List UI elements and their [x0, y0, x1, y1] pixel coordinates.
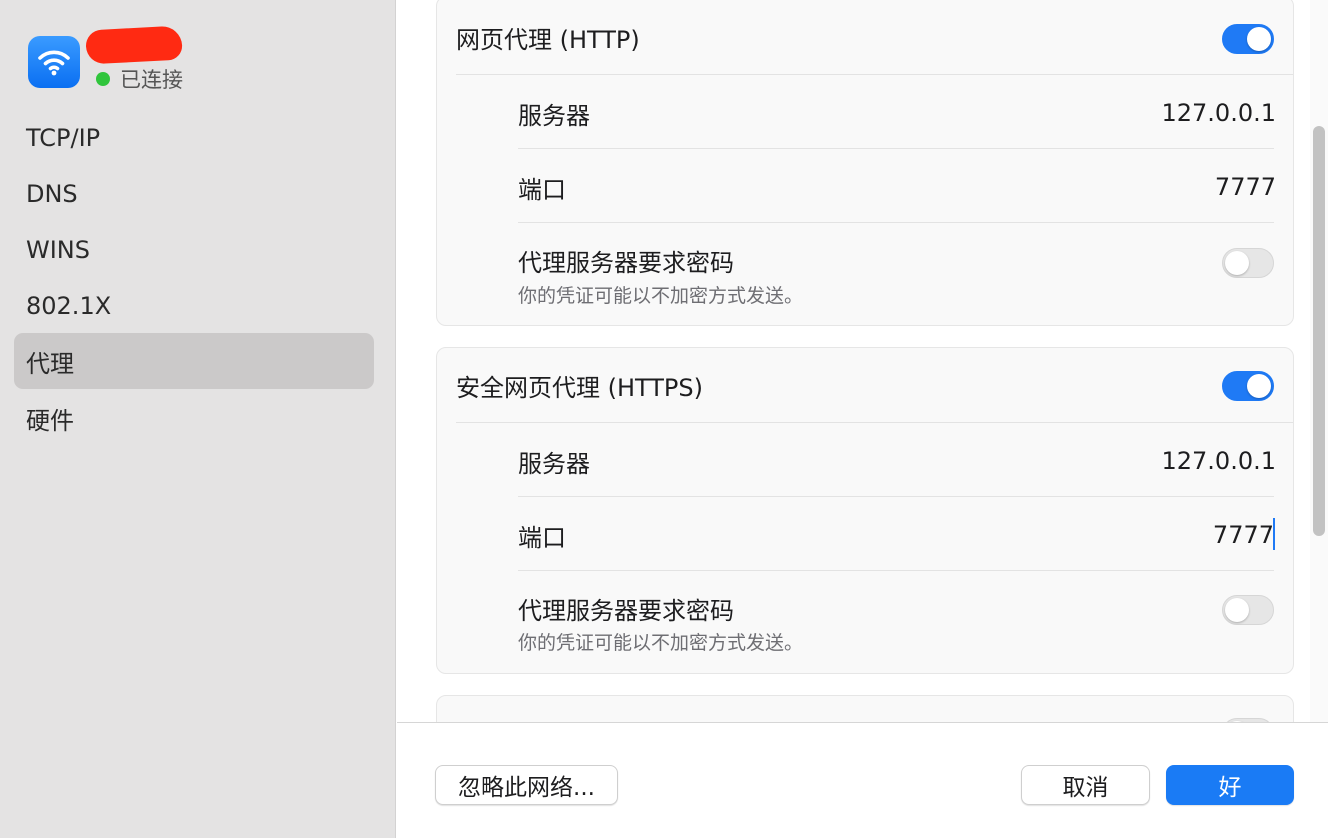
http-proxy-header: 网页代理 (HTTP) [456, 17, 640, 57]
http-proxy-toggle[interactable] [1222, 24, 1274, 54]
sidebar-item-dns[interactable]: DNS [14, 166, 374, 222]
toggle-knob [1225, 598, 1249, 622]
sidebar-item-label: 代理 [26, 349, 74, 378]
http-proxy-card: 网页代理 (HTTP) 服务器 127.0.0.1 端口 7777 代理服务器要… [436, 0, 1294, 326]
sidebar-item-wins[interactable]: WINS [14, 222, 374, 278]
https-auth-label: 代理服务器要求密码 [518, 596, 734, 625]
sidebar: 已连接 TCP/IP DNS WINS 802.1X 代理 硬件 [0, 0, 396, 838]
divider [456, 74, 1293, 75]
connection-status: 已连接 [96, 66, 183, 92]
https-proxy-header: 安全网页代理 (HTTPS) [456, 365, 703, 405]
http-auth-note: 你的凭证可能以不加密方式发送。 [518, 284, 804, 307]
https-server-field[interactable]: 127.0.0.1 [1161, 447, 1276, 475]
cancel-label: 取消 [1062, 775, 1109, 801]
sidebar-item-label: TCP/IP [26, 124, 101, 152]
divider [518, 222, 1274, 223]
https-port-field[interactable]: 7777 [1213, 521, 1274, 549]
https-auth-toggle[interactable] [1222, 595, 1274, 625]
sidebar-item-8021x[interactable]: 802.1X [14, 278, 374, 334]
proxy-settings-panel: 网页代理 (HTTP) 服务器 127.0.0.1 端口 7777 代理服务器要… [397, 0, 1328, 722]
wifi-icon [28, 36, 80, 88]
https-port-label: 端口 [518, 523, 566, 552]
ok-label: 好 [1218, 775, 1242, 801]
https-proxy-toggle[interactable] [1222, 371, 1274, 401]
status-dot [96, 72, 110, 86]
network-settings-window: 已连接 TCP/IP DNS WINS 802.1X 代理 硬件 网页代理 (H… [0, 0, 1328, 838]
forget-network-label: 忽略此网络... [458, 775, 595, 801]
http-server-field[interactable]: 127.0.0.1 [1161, 99, 1276, 127]
https-port-row: 端口 7777 [518, 515, 1295, 555]
divider [518, 570, 1274, 571]
sidebar-item-label: DNS [26, 180, 78, 208]
http-port-label: 端口 [518, 175, 566, 204]
toggle-knob [1225, 251, 1249, 275]
divider [518, 496, 1274, 497]
http-auth-row: 代理服务器要求密码 [518, 243, 734, 277]
toggle-knob [1247, 374, 1271, 398]
scrollbar-thumb[interactable] [1313, 126, 1325, 536]
toggle-knob [1247, 27, 1271, 51]
divider [518, 148, 1274, 149]
sidebar-item-label: 802.1X [26, 292, 112, 320]
sidebar-item-proxy[interactable]: 代理 [14, 333, 374, 389]
cancel-button[interactable]: 取消 [1021, 765, 1150, 805]
http-server-row: 服务器 127.0.0.1 [518, 93, 1295, 133]
sidebar-item-label: 硬件 [26, 406, 74, 435]
https-server-label: 服务器 [518, 449, 590, 478]
scrollbar-track[interactable] [1310, 0, 1328, 722]
status-text: 已连接 [120, 68, 183, 92]
http-port-row: 端口 7777 [518, 167, 1295, 207]
https-auth-row: 代理服务器要求密码 [518, 591, 734, 625]
text-cursor [1273, 518, 1275, 550]
sidebar-item-tcpip[interactable]: TCP/IP [14, 110, 374, 166]
forget-network-button[interactable]: 忽略此网络... [435, 765, 618, 805]
sidebar-item-hardware[interactable]: 硬件 [14, 390, 374, 446]
http-server-label: 服务器 [518, 101, 590, 130]
http-auth-toggle[interactable] [1222, 248, 1274, 278]
ok-button[interactable]: 好 [1166, 765, 1294, 805]
http-auth-label: 代理服务器要求密码 [518, 248, 734, 277]
http-port-field[interactable]: 7777 [1215, 173, 1276, 201]
redacted-network-name [85, 25, 183, 65]
https-proxy-title: 安全网页代理 (HTTPS) [456, 373, 704, 402]
https-proxy-card: 安全网页代理 (HTTPS) 服务器 127.0.0.1 端口 7777 代理服… [436, 347, 1294, 674]
https-auth-note: 你的凭证可能以不加密方式发送。 [518, 631, 804, 654]
sidebar-item-label: WINS [26, 236, 90, 264]
https-auth-note-row: 你的凭证可能以不加密方式发送。 [518, 628, 803, 654]
http-auth-note-row: 你的凭证可能以不加密方式发送。 [518, 281, 803, 307]
divider [456, 422, 1293, 423]
footer-bar: 忽略此网络... 取消 好 [397, 722, 1328, 838]
next-proxy-card [436, 695, 1294, 722]
https-server-row: 服务器 127.0.0.1 [518, 441, 1295, 481]
http-proxy-title: 网页代理 (HTTP) [456, 25, 640, 54]
